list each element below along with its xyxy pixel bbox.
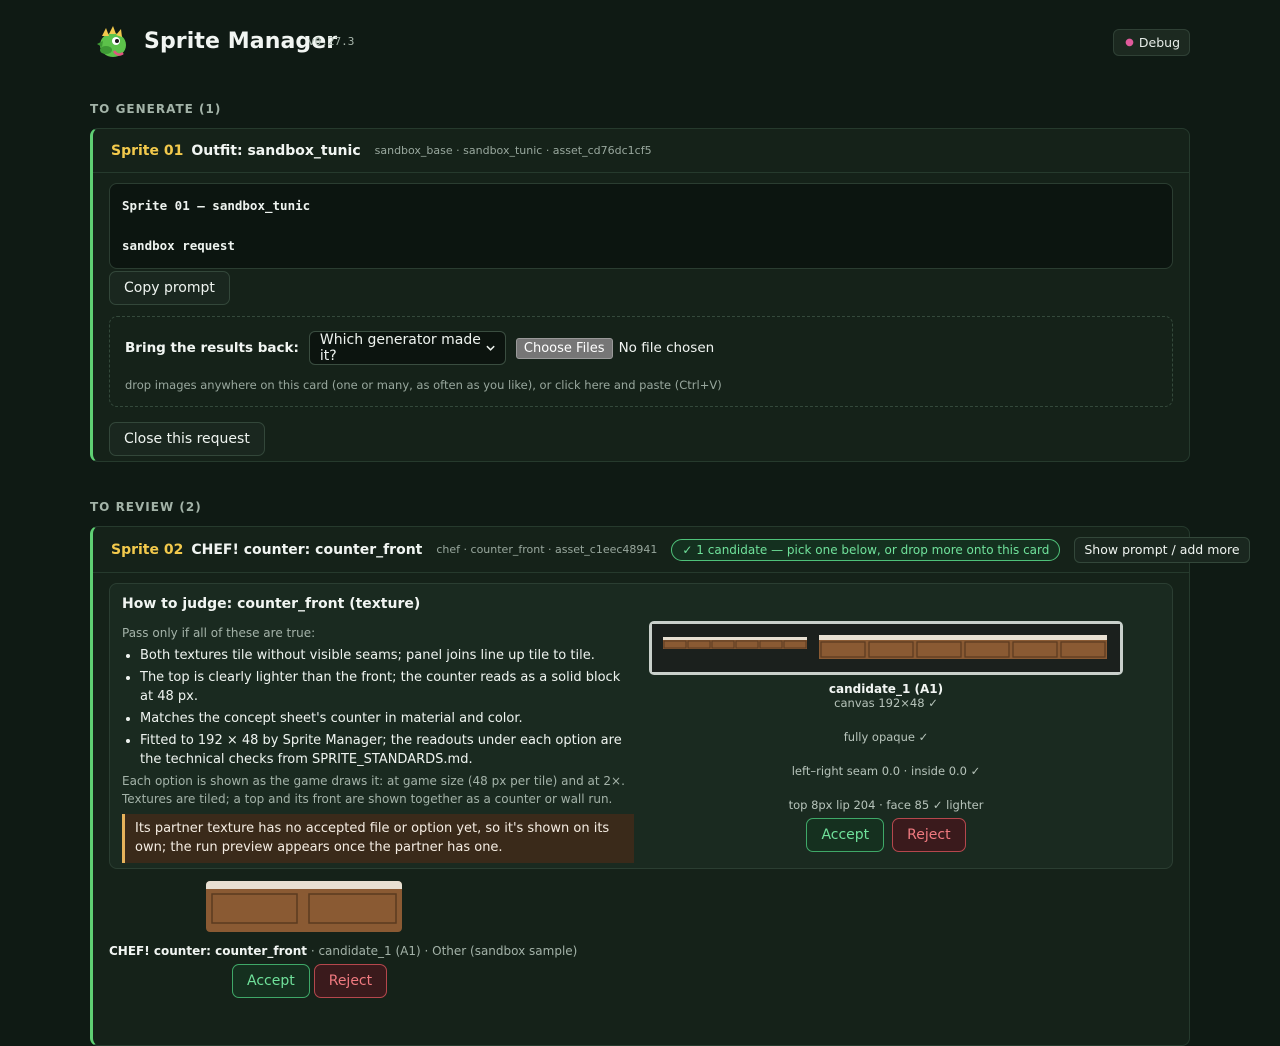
prompt-line: sandbox request — [122, 238, 235, 253]
criteria-item: Fitted to 192 × 48 by Sprite Manager; th… — [140, 731, 634, 769]
pass-note: Pass only if all of these are true: — [122, 626, 316, 640]
check-opaque: fully opaque ✓ — [843, 730, 929, 744]
texture-preview — [652, 624, 1120, 672]
check-seam: left–right seam 0.0 · inside 0.0 ✓ — [791, 764, 981, 778]
run-caption-title: CHEF! counter: counter_front — [109, 944, 308, 958]
run-caption: CHEF! counter: counter_front · candidate… — [109, 944, 577, 958]
generator-select-value: Which generator made it? — [319, 332, 481, 364]
dragon-logo-icon — [97, 26, 126, 57]
file-status: No file chosen — [618, 340, 715, 356]
judge-title: How to judge: counter_front (texture) — [122, 596, 421, 612]
judging-panel: How to judge: counter_front (texture) Pa… — [109, 583, 1173, 869]
reject-run-button[interactable]: Reject — [313, 964, 388, 998]
sprite-meta: sandbox_base · sandbox_tunic · asset_cd7… — [374, 144, 652, 157]
section-to-generate: TO GENERATE (1) — [90, 102, 222, 116]
choose-files-button[interactable]: Choose Files — [515, 337, 613, 359]
prompt-line: Sprite 01 — sandbox_tunic — [122, 198, 311, 213]
check-lip: top 8px lip 204 · face 85 ✓ lighter — [788, 798, 984, 812]
generator-select[interactable]: Which generator made it? — [308, 331, 506, 365]
prompt-box: Sprite 01 — sandbox_tunic sandbox reques… — [109, 183, 1173, 269]
run-preview-area: CHEF! counter: counter_front · candidate… — [109, 869, 1173, 1009]
bring-results-label: Bring the results back: — [125, 340, 299, 356]
debug-button[interactable]: ● Debug — [1113, 29, 1190, 56]
criteria-list: Both textures tile without visible seams… — [122, 646, 634, 769]
generate-card: Sprite 01 Outfit: sandbox_tunic sandbox_… — [90, 128, 1190, 462]
page: Sprite Manager v0.27.3 ● Debug TO GENERA… — [90, 0, 1250, 1046]
sprite-meta: chef · counter_front · asset_c1eec48941 — [436, 543, 658, 556]
criteria-item: Matches the concept sheet's counter in m… — [140, 709, 634, 728]
sprite-number: Sprite 02 — [111, 541, 184, 558]
sprite-title: Outfit: sandbox_tunic — [191, 142, 361, 159]
sprite-number: Sprite 01 — [111, 142, 184, 159]
sprite-title: CHEF! counter: counter_front — [191, 541, 423, 558]
criteria-item: The top is clearly lighter than the fron… — [140, 668, 634, 706]
judging-criteria: How to judge: counter_front (texture) Pa… — [122, 596, 634, 808]
candidate-option: candidate_1 (A1) canvas 192×48 ✓ fully o… — [649, 621, 1123, 852]
results-dropzone[interactable]: Bring the results back: Which generator … — [109, 316, 1173, 407]
candidate-status-badge: ✓ 1 candidate — pick one below, or drop … — [671, 538, 1061, 561]
accept-candidate-button[interactable]: Accept — [806, 818, 885, 852]
display-note: Each option is shown as the game draws i… — [122, 774, 625, 806]
review-card: Sprite 02 CHEF! counter: counter_front c… — [90, 526, 1250, 1046]
show-prompt-button[interactable]: Show prompt / add more — [1074, 536, 1250, 563]
review-card-header: Sprite 02 CHEF! counter: counter_front c… — [93, 527, 1250, 573]
accept-run-button[interactable]: Accept — [232, 964, 310, 998]
counter-run-preview — [206, 881, 402, 932]
candidate-name: candidate_1 (A1) — [828, 682, 944, 696]
run-caption-detail: · candidate_1 (A1) · Other (sandbox samp… — [307, 944, 578, 958]
copy-prompt-button[interactable]: Copy prompt — [109, 271, 230, 305]
candidate-preview[interactable] — [649, 621, 1123, 675]
run-actions: Accept Reject — [232, 964, 388, 998]
generate-card-body: Sprite 01 — sandbox_tunic sandbox reques… — [93, 173, 1189, 470]
debug-label: Debug — [1138, 35, 1180, 50]
reject-candidate-button[interactable]: Reject — [892, 818, 966, 852]
close-request-button[interactable]: Close this request — [109, 422, 265, 456]
check-canvas: canvas 192×48 ✓ — [834, 696, 938, 710]
partner-warning: Its partner texture has no accepted file… — [122, 814, 634, 863]
drop-hint: drop images anywhere on this card (one o… — [125, 378, 722, 392]
app-header: Sprite Manager v0.27.3 ● Debug — [90, 0, 1190, 84]
criteria-item: Both textures tile without visible seams… — [140, 646, 634, 665]
review-card-body: How to judge: counter_front (texture) Pa… — [93, 573, 1189, 1023]
bug-icon: ● — [1125, 37, 1134, 48]
generate-card-header: Sprite 01 Outfit: sandbox_tunic sandbox_… — [93, 129, 1189, 173]
app-version: v0.27.3 — [308, 35, 355, 48]
chevron-down-icon — [486, 345, 495, 351]
section-to-review: TO REVIEW (2) — [90, 500, 202, 514]
